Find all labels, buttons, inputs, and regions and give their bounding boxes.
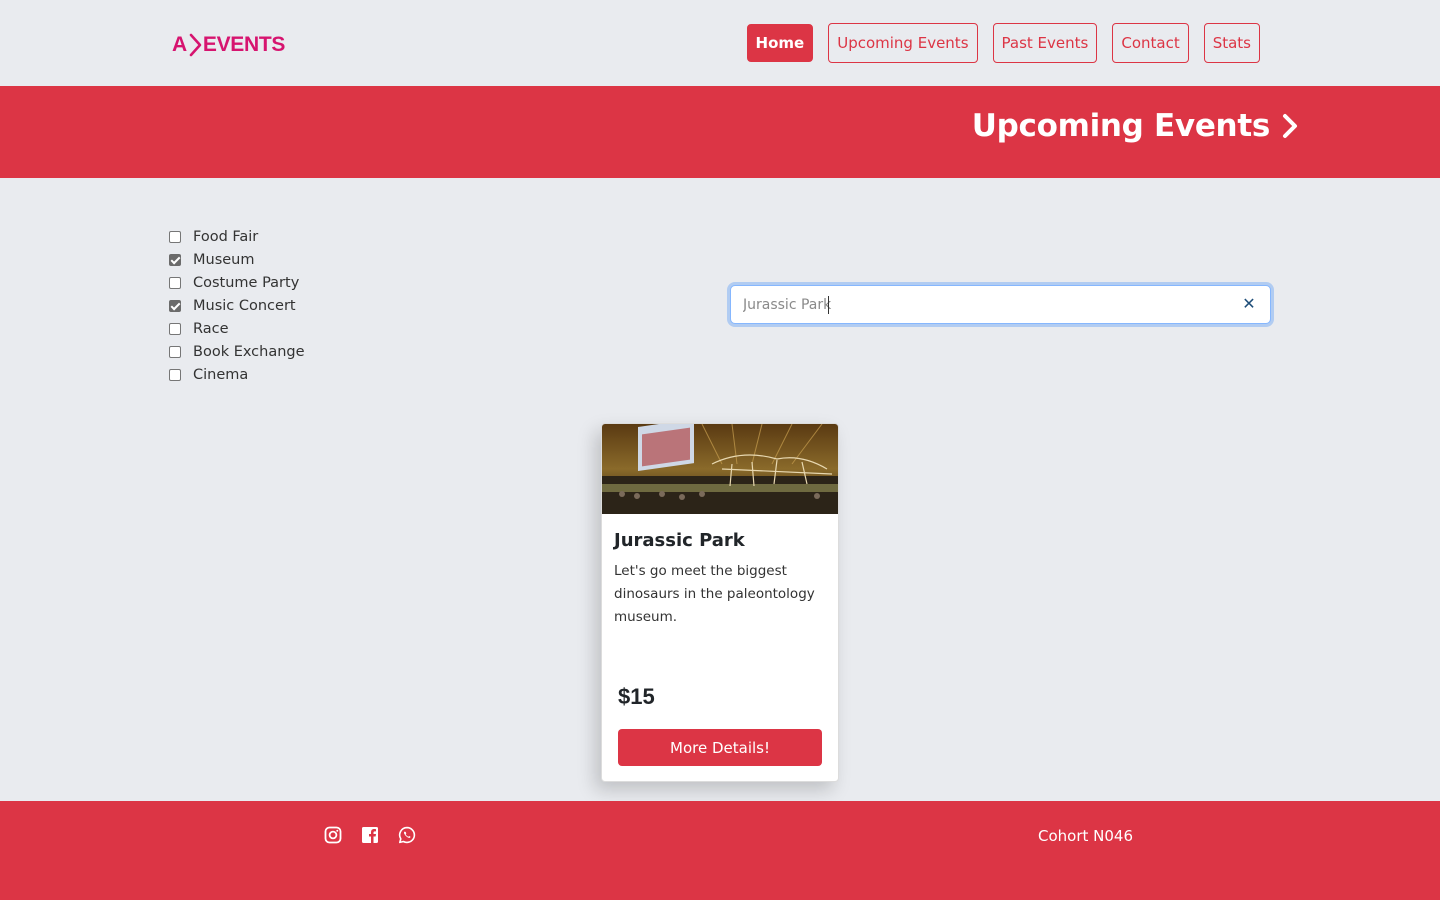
- search-box: ✕: [730, 285, 1271, 324]
- event-title: Jurassic Park: [614, 530, 745, 551]
- checkbox[interactable]: [169, 276, 181, 289]
- filter-label: Book Exchange: [193, 343, 305, 360]
- filter-cinema[interactable]: Cinema: [169, 363, 305, 386]
- logo-mark-icon: [189, 33, 202, 57]
- filter-label: Costume Party: [193, 274, 300, 291]
- cohort-label: Cohort N046: [1038, 827, 1134, 845]
- logo-text-left: A: [172, 33, 187, 56]
- page-title-text: Upcoming Events: [971, 108, 1271, 144]
- top-navbar: A EVENTS Home Upcoming Events Past Event…: [0, 0, 1440, 86]
- page-banner: Upcoming Events: [0, 86, 1440, 178]
- text-caret: [828, 296, 829, 314]
- search-input[interactable]: [743, 286, 1223, 323]
- instagram-icon[interactable]: [324, 826, 342, 844]
- whatsapp-icon[interactable]: [398, 826, 416, 844]
- nav-upcoming-events[interactable]: Upcoming Events: [828, 23, 978, 63]
- footer: Cohort N046: [0, 801, 1440, 900]
- more-details-button[interactable]: More Details!: [618, 729, 822, 766]
- event-description: Let's go meet the biggest dinosaurs in t…: [614, 563, 815, 625]
- checkbox[interactable]: [169, 230, 181, 243]
- social-links: [324, 826, 416, 844]
- checkbox[interactable]: [169, 299, 181, 312]
- brand-logo[interactable]: A EVENTS: [172, 30, 285, 60]
- chevron-right-icon: [1283, 114, 1297, 138]
- filter-food-fair[interactable]: Food Fair: [169, 225, 305, 248]
- filter-museum[interactable]: Museum: [169, 248, 305, 271]
- filter-label: Museum: [193, 251, 255, 268]
- checkbox[interactable]: [169, 345, 181, 358]
- event-price: $15: [618, 684, 655, 709]
- filter-label: Music Concert: [193, 297, 296, 314]
- checkbox[interactable]: [169, 368, 181, 381]
- filter-costume-party[interactable]: Costume Party: [169, 271, 305, 294]
- nav-home[interactable]: Home: [746, 24, 814, 62]
- category-filters: Food Fair Museum Costume Party Music Con…: [169, 225, 305, 386]
- close-icon[interactable]: ✕: [1242, 296, 1256, 314]
- filter-label: Food Fair: [193, 228, 259, 245]
- filter-label: Race: [193, 320, 229, 337]
- nav-past-events[interactable]: Past Events: [992, 23, 1098, 63]
- logo-text-right: EVENTS: [202, 33, 286, 56]
- filter-label: Cinema: [193, 366, 249, 383]
- filter-music-concert[interactable]: Music Concert: [169, 294, 305, 317]
- event-image: [602, 424, 838, 514]
- event-card: Jurassic Park Let's go meet the biggest …: [601, 423, 839, 782]
- checkbox[interactable]: [169, 322, 181, 335]
- filter-book-exchange[interactable]: Book Exchange: [169, 340, 305, 363]
- checkbox[interactable]: [169, 253, 181, 266]
- nav-contact[interactable]: Contact: [1112, 23, 1189, 63]
- facebook-icon[interactable]: [361, 826, 379, 844]
- filter-race[interactable]: Race: [169, 317, 305, 340]
- page-title: Upcoming Events: [972, 108, 1300, 144]
- nav-links: Home Upcoming Events Past Events Contact…: [746, 23, 1260, 63]
- nav-stats[interactable]: Stats: [1203, 23, 1260, 63]
